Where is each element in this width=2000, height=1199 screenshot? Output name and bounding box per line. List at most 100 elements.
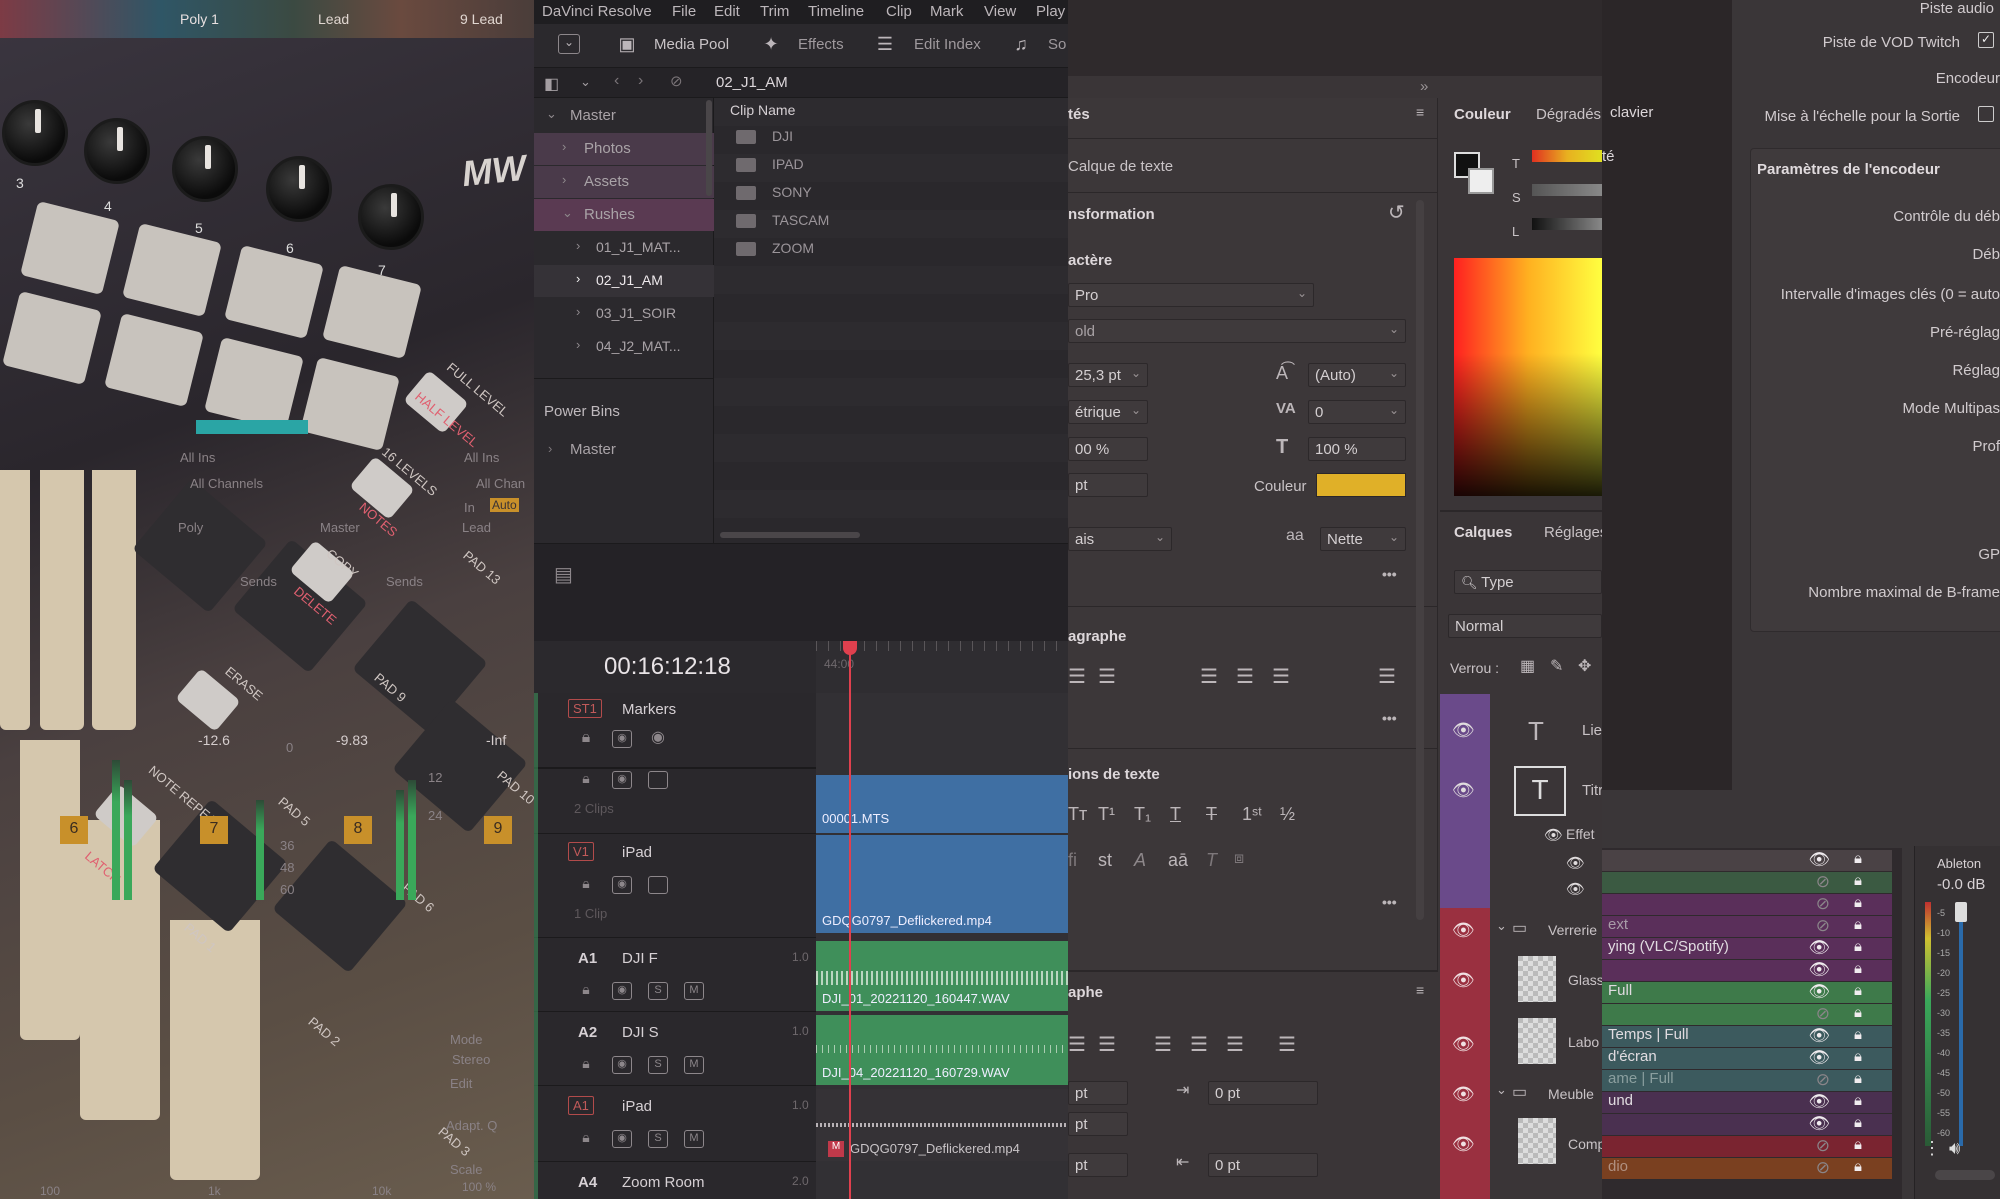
more-options-icon[interactable]: ••• xyxy=(1382,894,1397,910)
effects-icon[interactable]: ✦ xyxy=(760,34,782,54)
clip-folder-ipad[interactable]: IPAD xyxy=(772,156,804,172)
menu-mark[interactable]: Mark xyxy=(930,3,963,20)
playhead-handle[interactable] xyxy=(843,641,857,655)
ligature-icon[interactable]: fi xyxy=(1068,850,1077,871)
eye-icon[interactable]: 👁︎ xyxy=(1452,920,1475,941)
discretionary-ligature-icon[interactable]: st xyxy=(1098,850,1112,871)
indent-left-field[interactable]: pt xyxy=(1068,1081,1128,1105)
source-row[interactable]: ⊘ 🔒︎ xyxy=(1602,1004,1892,1025)
layer-name[interactable]: Titr xyxy=(1582,782,1602,799)
media-pool-button[interactable]: Media Pool xyxy=(654,36,729,53)
timeline-view-icon[interactable]: ▤ xyxy=(554,562,573,587)
superscript-icon[interactable]: T¹ xyxy=(1098,804,1115,825)
vod-track-checkbox[interactable]: ✓ xyxy=(1978,32,1994,48)
hue-slider[interactable] xyxy=(1532,150,1602,162)
track-name[interactable]: iPad xyxy=(622,844,652,861)
leading-field[interactable]: (Auto) ⌄ xyxy=(1308,363,1406,387)
edit-index-button[interactable]: Edit Index xyxy=(914,36,981,53)
properties-scrollbar[interactable] xyxy=(1416,200,1424,920)
sidebar-toggle-icon[interactable]: ◧ xyxy=(544,74,559,94)
font-family-select[interactable]: Pro ⌄ xyxy=(1068,283,1314,307)
clip-name-header[interactable]: Clip Name xyxy=(730,102,795,118)
lock-brush-icon[interactable]: ✎ xyxy=(1550,656,1563,676)
menu-play[interactable]: Play xyxy=(1036,3,1065,20)
source-row[interactable]: Full 👁︎ 🔒︎ xyxy=(1602,982,1892,1003)
bin-photos[interactable]: › Photos xyxy=(534,133,714,165)
lock-icon[interactable]: 🔒︎ xyxy=(576,1056,596,1074)
layer-filter-select[interactable]: 🔍︎ Type xyxy=(1454,570,1602,594)
align-right-icon[interactable]: ☰ xyxy=(1098,1032,1116,1057)
align-left-icon[interactable]: ☰ xyxy=(1068,664,1086,689)
mixer-scrollbar[interactable] xyxy=(1935,1170,1995,1180)
justify-center-icon[interactable]: ☰ xyxy=(1190,1032,1208,1057)
stylistic-alternates-icon[interactable]: aā xyxy=(1168,850,1188,871)
sound-library-icon[interactable]: ♫ xyxy=(1010,34,1032,54)
panel-menu-icon[interactable]: ≡ xyxy=(1416,104,1424,120)
lock-icon[interactable]: 🔒︎ xyxy=(576,876,596,894)
video-clip[interactable]: 00001.MTS xyxy=(816,775,1068,833)
lock-icon[interactable]: 🔒︎ xyxy=(576,730,596,748)
panel-menu-icon[interactable]: ≡ xyxy=(1416,982,1424,998)
track-badge[interactable]: ST1 xyxy=(568,699,602,718)
track-name[interactable]: iPad xyxy=(622,1098,652,1115)
menu-trim[interactable]: Trim xyxy=(760,3,789,20)
background-color-swatch[interactable] xyxy=(1468,168,1494,194)
eye-icon[interactable]: 👁︎ xyxy=(1452,1084,1475,1105)
faux-bold-icon[interactable]: Tт xyxy=(1068,804,1087,825)
indent-first-line-field[interactable]: 0 pt xyxy=(1208,1081,1318,1105)
subscript-icon[interactable]: T₁ xyxy=(1134,804,1151,825)
track-badge[interactable]: A1 xyxy=(578,950,597,967)
eye-icon[interactable]: 👁︎ xyxy=(1566,854,1585,872)
clip-folder-zoom[interactable]: ZOOM xyxy=(772,240,814,256)
eye-icon[interactable]: 👁︎ xyxy=(1452,1034,1475,1055)
eye-icon[interactable]: 👁︎ xyxy=(1544,826,1563,844)
layer-group-name[interactable]: Meuble xyxy=(1548,1086,1594,1102)
bin-master[interactable]: ⌄ Master xyxy=(534,100,714,132)
video-clip[interactable]: GDQG0797_Deflickered.mp4 xyxy=(816,835,1068,933)
blend-mode-select[interactable]: Normal xyxy=(1448,614,1602,638)
clip-list-scrollbar[interactable] xyxy=(720,532,860,538)
swash-icon[interactable]: A xyxy=(1134,850,1146,871)
video-monitor-icon[interactable] xyxy=(648,876,668,894)
track-badge[interactable]: A2 xyxy=(578,1024,597,1041)
vertical-scale-field[interactable]: 00 % xyxy=(1068,437,1148,461)
paragraph-section[interactable]: agraphe xyxy=(1068,628,1126,645)
gradients-tab[interactable]: Dégradés xyxy=(1536,106,1601,123)
edit-index-icon[interactable]: ☰ xyxy=(874,34,896,54)
eye-icon[interactable]: 👁︎ xyxy=(1452,970,1475,991)
sound-library-button[interactable]: So xyxy=(1048,36,1066,53)
space-before-field[interactable]: pt xyxy=(1068,1112,1128,1136)
more-vertical-icon[interactable]: ⋮ xyxy=(1923,1138,1941,1159)
menu-app[interactable]: DaVinci Resolve xyxy=(542,3,652,20)
layer-effects[interactable]: Effet xyxy=(1566,826,1595,842)
media-pool-icon[interactable]: ▣ xyxy=(616,34,638,54)
character-section[interactable]: actère xyxy=(1068,252,1112,269)
layer-group-name[interactable]: Verrerie xyxy=(1548,922,1597,938)
source-row[interactable]: ying (VLC/Spotify) 👁︎ 🔒︎ xyxy=(1602,938,1892,959)
chevron-right-icon[interactable]: › xyxy=(548,441,552,456)
source-row[interactable]: und 👁︎ 🔒︎ xyxy=(1602,1092,1892,1113)
chevron-down-icon[interactable]: ⌄ xyxy=(1496,918,1507,934)
audio-clip[interactable]: DJI_01_20221120_160447.WAV xyxy=(816,941,1068,1011)
strikethrough-icon[interactable]: T xyxy=(1206,804,1217,825)
layers-tab[interactable]: Calques xyxy=(1454,524,1512,541)
menu-edit[interactable]: Edit xyxy=(714,3,740,20)
mute-button[interactable]: M xyxy=(684,982,704,1000)
tracking-field[interactable]: 0 ⌄ xyxy=(1308,400,1406,424)
text-options-section[interactable]: ions de texte xyxy=(1068,766,1160,783)
lock-icon[interactable]: 🔒︎ xyxy=(576,982,596,1000)
ordinal-icon[interactable]: 1ˢᵗ xyxy=(1242,804,1262,825)
chevron-down-icon[interactable]: ⌄ xyxy=(580,74,591,90)
forward-icon[interactable]: › xyxy=(638,72,643,90)
color-field[interactable] xyxy=(1454,258,1602,496)
titling-icon[interactable]: T xyxy=(1206,850,1217,871)
track-name[interactable]: Zoom Room xyxy=(622,1174,705,1191)
language-select[interactable]: ais ⌄ xyxy=(1068,527,1172,551)
bin-rushes-04[interactable]: › 04_J2_MAT... xyxy=(534,331,714,363)
power-bin-master[interactable]: Master xyxy=(570,441,616,458)
auto-track-icon[interactable]: ◉ xyxy=(612,1056,632,1074)
color-tab[interactable]: Couleur xyxy=(1454,106,1511,123)
more-options-icon[interactable]: ••• xyxy=(1382,710,1397,726)
solo-button[interactable]: S xyxy=(648,982,668,1000)
source-row[interactable]: Temps | Full 👁︎ 🔒︎ xyxy=(1602,1026,1892,1047)
